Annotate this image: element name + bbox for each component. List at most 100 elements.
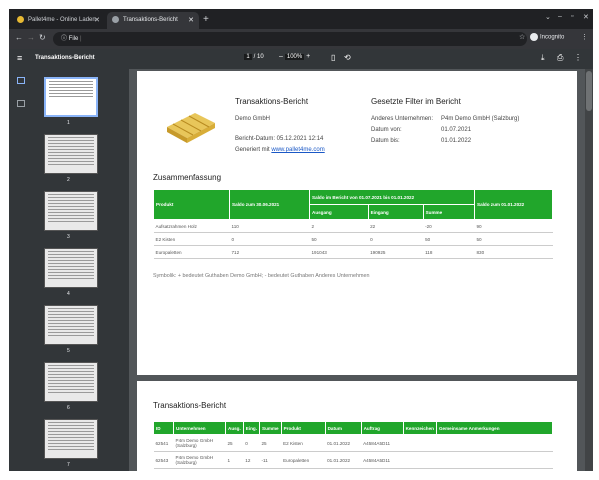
page-thumbnail[interactable]	[44, 77, 98, 117]
table-row: Europaletten 712 191043 190925 118 830	[153, 245, 553, 259]
pallet-image	[167, 113, 215, 143]
hamburger-menu-icon[interactable]: ≡	[17, 53, 22, 63]
page-input[interactable]: 1	[244, 54, 252, 60]
filter-label: Datum von:	[371, 127, 402, 133]
omnibox[interactable]: ⓘ File |	[53, 32, 527, 46]
fit-page-icon[interactable]: ▯	[331, 53, 335, 62]
zoom-value[interactable]: 100%	[284, 54, 305, 60]
viewer-scrollbar[interactable]	[585, 69, 593, 471]
table-cell: 50	[309, 232, 369, 246]
page-thumbnail[interactable]	[44, 362, 98, 402]
tab-label: Transaktions-Bericht	[123, 17, 178, 23]
incognito-icon	[530, 33, 538, 41]
pdf-page-2: Transaktions-Bericht ID Unternehmen Ausg. E…	[137, 381, 577, 471]
table-cell: 830	[474, 245, 553, 259]
more-icon[interactable]: ⋮	[574, 53, 582, 62]
page-thumbnail[interactable]	[44, 305, 98, 345]
incognito-badge[interactable]: Incognito	[530, 33, 564, 41]
maximize-icon[interactable]: ▫	[571, 13, 573, 20]
symbol-note: Symbolik: + bedeutet Guthaben Demo GmbH;…	[153, 273, 370, 279]
zoom-controls: – 100% +	[279, 53, 310, 60]
table-cell: -20	[423, 219, 475, 233]
thumbnail-number: 2	[67, 177, 70, 183]
table-cell: 25	[259, 434, 282, 452]
table-cell: 110	[229, 219, 310, 233]
zoom-out-icon[interactable]: –	[279, 53, 283, 60]
rotate-icon[interactable]: ⟲	[344, 53, 351, 62]
table-cell: E2 Kisten	[281, 434, 326, 452]
pdf-title: Transaktions-Bericht	[35, 55, 95, 61]
col-header: ID	[153, 421, 174, 435]
filter-label: Anderes Unternehmen:	[371, 116, 434, 122]
scroll-thumb[interactable]	[586, 71, 592, 111]
close-tab-icon[interactable]: ✕	[94, 12, 100, 29]
back-icon[interactable]: ←	[15, 33, 23, 42]
col-header: Eing.	[242, 421, 261, 435]
filter-title: Gesetzte Filter im Bericht	[371, 97, 461, 106]
zoom-in-icon[interactable]: +	[306, 53, 310, 60]
page-selector[interactable]: 1 / 10	[244, 54, 264, 60]
col-header: Unternehmen	[173, 421, 226, 435]
table-cell: A4584A5D11	[361, 451, 404, 469]
outline-icon[interactable]	[17, 100, 25, 107]
incognito-label: Incognito	[540, 34, 565, 41]
table-cell: P4m Demo GmbH (Salzburg)	[173, 434, 226, 452]
tab-pallet4me[interactable]: Pallet4me - Online Laden ✕	[12, 12, 105, 29]
table-cell: Europaletten	[281, 451, 326, 469]
table-row: 62543 P4m Demo GmbH (Salzburg) 1 12 -11 Europ…	[153, 451, 553, 469]
company-name: Demo GmbH	[235, 116, 271, 122]
browser-window: Pallet4me - Online Laden ✕ Transaktions-B…	[9, 9, 593, 471]
table-cell: 62541	[153, 434, 174, 452]
tab-label: Pallet4me - Online Laden	[28, 17, 96, 23]
kebab-menu-icon[interactable]: ⋮	[581, 33, 588, 41]
forward-icon[interactable]: →	[27, 33, 35, 42]
thumbnails-icon[interactable]	[17, 77, 25, 84]
tab-report[interactable]: Transaktions-Bericht ✕	[107, 12, 199, 29]
close-tab-icon[interactable]: ✕	[188, 12, 194, 29]
generated-prefix: Generiert mit	[235, 147, 272, 153]
table-cell: 0	[229, 232, 310, 246]
report-title: Transaktions-Bericht	[235, 97, 309, 106]
table-cell: 25	[225, 434, 244, 452]
pallet-favicon-icon	[17, 15, 24, 23]
col-header: Ausg.	[225, 421, 244, 435]
page-thumbnail[interactable]	[44, 419, 98, 459]
table-cell: 0	[243, 434, 260, 452]
col-header: Produkt	[280, 421, 326, 435]
table-cell: 191043	[309, 245, 369, 259]
col-header: Summe	[259, 421, 282, 435]
transactions-table: ID Unternehmen Ausg. Eing. Summe Produkt Datum…	[153, 421, 554, 469]
table-cell	[436, 451, 553, 469]
table-cell: 90	[474, 219, 553, 233]
close-window-icon[interactable]: ✕	[583, 13, 589, 21]
report-date: Bericht-Datum: 05.12.2021 12:14	[235, 136, 324, 142]
table-cell	[403, 434, 437, 452]
new-tab-icon[interactable]: +	[203, 12, 209, 28]
table-cell: 712	[229, 245, 310, 259]
print-icon[interactable]: ⎙	[557, 53, 563, 63]
minimize-icon[interactable]: –	[558, 13, 562, 20]
col-header: Saldo zum 30.06.2021	[229, 189, 310, 220]
table-cell: Europaletten	[153, 245, 230, 259]
pallet4me-link[interactable]: www.pallet4me.com	[271, 147, 324, 153]
pdf-toolbar: ≡ Transaktions-Bericht 1 / 10 – 100% + ▯…	[9, 49, 593, 69]
table-cell: E2 Kisten	[153, 232, 230, 246]
table-cell: 12	[243, 451, 260, 469]
table-cell: 22	[368, 219, 424, 233]
bookmark-star-icon[interactable]: ☆	[519, 33, 525, 41]
thumbnail-number: 5	[67, 348, 70, 354]
sidebar-nav	[9, 69, 35, 471]
tab-search-icon[interactable]: ⌄	[545, 13, 551, 21]
reload-icon[interactable]: ↻	[39, 33, 46, 42]
table-cell: 62543	[153, 451, 174, 469]
table-cell: 01.01.2022	[325, 434, 362, 452]
col-header: Saldo im Bericht von 01.07.2021 bis 01.0…	[309, 189, 475, 205]
download-icon[interactable]: ⤓	[541, 53, 545, 63]
thumbnail-number: 4	[67, 291, 70, 297]
separator: |	[78, 36, 82, 42]
col-header: Ausgang	[309, 204, 369, 220]
page-thumbnail[interactable]	[44, 134, 98, 174]
page-thumbnail[interactable]	[44, 191, 98, 231]
thumbnail-number: 1	[67, 120, 70, 126]
page-thumbnail[interactable]	[44, 248, 98, 288]
